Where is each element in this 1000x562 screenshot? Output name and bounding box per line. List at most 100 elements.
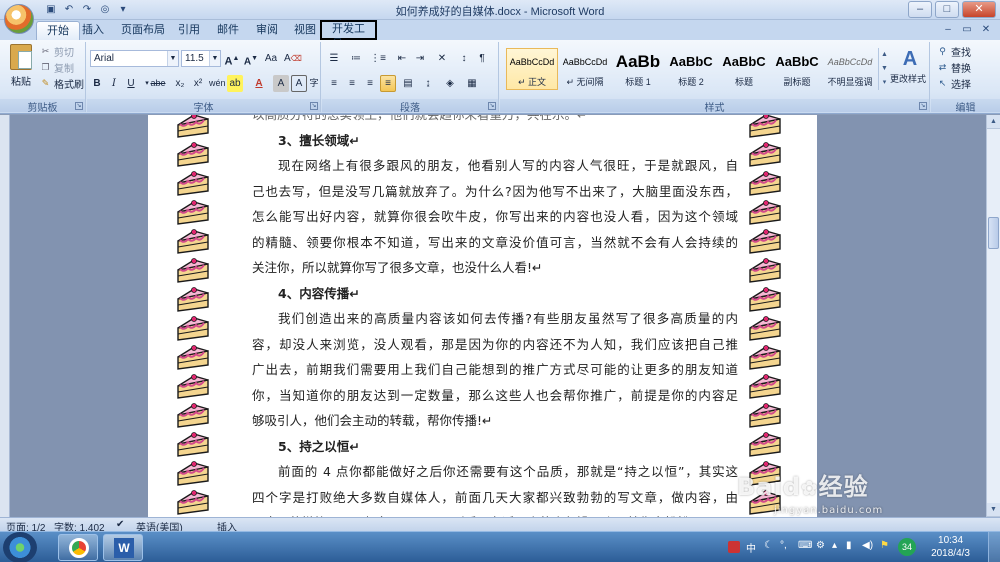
tab-review[interactable]: 审阅: [246, 21, 288, 40]
style-normal[interactable]: AaBbCcDd ↵ 正文: [506, 48, 558, 90]
align-center-icon[interactable]: ≡: [344, 75, 360, 92]
shrink-font-button[interactable]: A▼: [243, 50, 259, 67]
char-border-button[interactable]: A: [291, 75, 307, 92]
paste-button[interactable]: 粘贴: [6, 44, 36, 96]
find-button[interactable]: ⚲ 查找: [937, 44, 971, 59]
bold-button[interactable]: B: [89, 75, 105, 92]
paragraph-line[interactable]: 己也去写，但是没写几篇就放弃了。为什么?因为他写不出来了，大脑里面没东西，: [252, 180, 738, 204]
maximize-button[interactable]: □: [935, 1, 959, 18]
taskbar-chrome[interactable]: [58, 534, 98, 561]
paragraph-line[interactable]: 怎么能写出好内容，就算你很会吹牛皮，你写出来的内容也没人看，因为这个领域: [252, 205, 738, 229]
tray-badge[interactable]: 34: [898, 538, 916, 556]
font-name-select[interactable]: Arial ▼: [90, 50, 179, 67]
style-heading-1[interactable]: AaBb 标题 1: [612, 48, 664, 90]
superscript-button[interactable]: x²: [190, 75, 206, 92]
scroll-thumb[interactable]: [988, 217, 999, 249]
grow-font-button[interactable]: A▲: [224, 50, 240, 68]
minimize-button[interactable]: –: [908, 1, 932, 18]
sort-icon[interactable]: ↕: [456, 50, 472, 67]
underline-button[interactable]: U: [123, 75, 139, 92]
tab-developer[interactable]: 开发工具: [320, 20, 377, 50]
tray-app-icon[interactable]: [728, 541, 740, 553]
keyboard-icon[interactable]: ⌨: [798, 540, 812, 551]
numbering-icon[interactable]: ≔: [348, 50, 364, 67]
office-button[interactable]: [4, 4, 34, 34]
bullets-icon[interactable]: ☰: [326, 50, 342, 67]
tab-insert[interactable]: 插入: [72, 21, 114, 40]
scroll-down-icon[interactable]: ▼: [987, 503, 1000, 517]
line-spacing-icon[interactable]: ↨: [420, 75, 436, 92]
font-color-button[interactable]: A: [251, 75, 267, 92]
paragraph-line[interactable]: 关注你，所以就算你写了很多文章，也没什么人看!↵: [252, 256, 738, 280]
restore-icon[interactable]: ▭: [959, 22, 975, 38]
ribbon-minimize-icon[interactable]: –: [940, 22, 956, 38]
paragraph-line[interactable]: 我们创造出来的高质量内容该如何去传播?有些朋友虽然写了很多高质量的内: [252, 307, 738, 331]
borders-icon[interactable]: ▦: [464, 75, 480, 92]
start-button[interactable]: [3, 532, 37, 562]
select-button[interactable]: ↖ 选择: [937, 76, 971, 91]
section-heading[interactable]: 3、擅长领域↵: [252, 129, 738, 153]
network-icon[interactable]: ▮: [846, 540, 852, 551]
increase-indent-icon[interactable]: ⇥: [412, 50, 428, 67]
highlight-button[interactable]: ab: [227, 75, 243, 92]
vertical-scrollbar[interactable]: ▲ ▼: [986, 115, 1000, 517]
decrease-indent-icon[interactable]: ⇤: [394, 50, 410, 67]
show-marks-icon[interactable]: ¶: [474, 50, 490, 67]
tab-page-layout[interactable]: 页面布局: [111, 21, 175, 40]
change-case-button[interactable]: Aa: [263, 50, 279, 67]
scroll-up-icon[interactable]: ▲: [987, 115, 1000, 129]
styles-launcher-icon[interactable]: ↘: [919, 102, 927, 110]
phonetic-guide-button[interactable]: wén: [209, 75, 226, 92]
flag-icon[interactable]: ⚑: [880, 540, 889, 551]
show-desktop-button[interactable]: [988, 532, 1000, 562]
paragraph-line[interactable]: 广出去，前期我们需要用上我们自己能想到的推广方式尽可能的让更多的朋友知道: [252, 358, 738, 382]
moon-icon[interactable]: ☾: [764, 540, 773, 551]
font-launcher-icon[interactable]: ↘: [310, 102, 318, 110]
chinese-layout-icon[interactable]: ✕: [434, 50, 450, 67]
document-page[interactable]: 以高质分符的怎实领土，他们就会趋你来看重万，共在乐。↵ 3、擅长领域↵现在网络上有…: [148, 115, 817, 517]
style-title[interactable]: AaBbC 标题: [718, 48, 770, 90]
paragraph-launcher-icon[interactable]: ↘: [488, 102, 496, 110]
align-left-icon[interactable]: ≡: [326, 75, 342, 92]
paragraph-line[interactable]: 现在网络上有很多跟风的朋友，他看别人写的内容人气很旺，于是就跟风，自: [252, 154, 738, 178]
volume-icon[interactable]: ◀): [862, 540, 873, 551]
tab-references[interactable]: 引用: [168, 21, 210, 40]
align-right-icon[interactable]: ≡: [362, 75, 378, 92]
punctuation-icon[interactable]: °,: [780, 540, 787, 551]
section-heading[interactable]: 5、持之以恒↵: [252, 435, 738, 459]
ime-indicator[interactable]: 中: [746, 540, 756, 555]
justify-icon[interactable]: ≡: [380, 75, 396, 92]
change-styles-button[interactable]: A 更改样式: [890, 46, 928, 85]
shading-icon[interactable]: ◈: [442, 75, 458, 92]
clear-format-button[interactable]: A⌫: [284, 50, 302, 67]
taskbar-word[interactable]: W: [103, 534, 143, 561]
subscript-button[interactable]: x₂: [172, 75, 188, 92]
multilevel-list-icon[interactable]: ⋮≡: [370, 50, 386, 67]
paragraph-line[interactable]: 前面的 4 点你都能做好之后你还需要有这个品质，那就是“持之以恒”，其实这: [252, 460, 738, 484]
paragraph-line[interactable]: 的精髓、领要你根本不知道，写出来的文章没价值可言，当然就不会有人会持续的: [252, 231, 738, 255]
copy-button[interactable]: ❐ 复制: [40, 60, 74, 75]
format-painter-button[interactable]: ✎ 格式刷: [40, 76, 84, 91]
enclose-char-button[interactable]: 字: [306, 75, 322, 92]
font-size-select[interactable]: 11.5 ▼: [181, 50, 221, 67]
italic-button[interactable]: I: [106, 75, 122, 92]
distributed-icon[interactable]: ▤: [400, 75, 416, 92]
section-heading[interactable]: 4、内容传播↵: [252, 282, 738, 306]
paragraph-line[interactable]: 够吸引人，他们会主动的转载，帮你传播!↵: [252, 409, 738, 433]
proofing-icon[interactable]: ✔: [116, 519, 124, 530]
paragraph-line[interactable]: 四个字是打败绝大多数自媒体人，前面几天大家都兴致勃勃的写文章，做内容，由: [252, 486, 738, 510]
tab-mailings[interactable]: 邮件: [207, 21, 249, 40]
clock[interactable]: 10:34 2018/4/3: [931, 534, 970, 560]
replace-button[interactable]: ⇄ 替换: [937, 60, 971, 75]
close-button[interactable]: ✕: [962, 1, 996, 18]
clipboard-launcher-icon[interactable]: ↘: [75, 102, 83, 110]
chevron-up-icon[interactable]: ▲: [879, 48, 890, 62]
cut-button[interactable]: ✂ 剪切: [40, 44, 74, 59]
paragraph-line[interactable]: 以高质分符的怎实领土，他们就会趋你来看重万，共在乐。↵: [252, 115, 738, 127]
style-heading-2[interactable]: AaBbC 标题 2: [665, 48, 717, 90]
settings-icon[interactable]: ⚙: [816, 540, 825, 551]
char-shade-button[interactable]: A: [273, 75, 289, 92]
style-subtitle[interactable]: AaBbC 副标题: [771, 48, 823, 90]
style-no-spacing[interactable]: AaBbCcDd ↵ 无间隔: [559, 48, 611, 90]
tray-arrow-icon[interactable]: ▴: [832, 540, 837, 551]
